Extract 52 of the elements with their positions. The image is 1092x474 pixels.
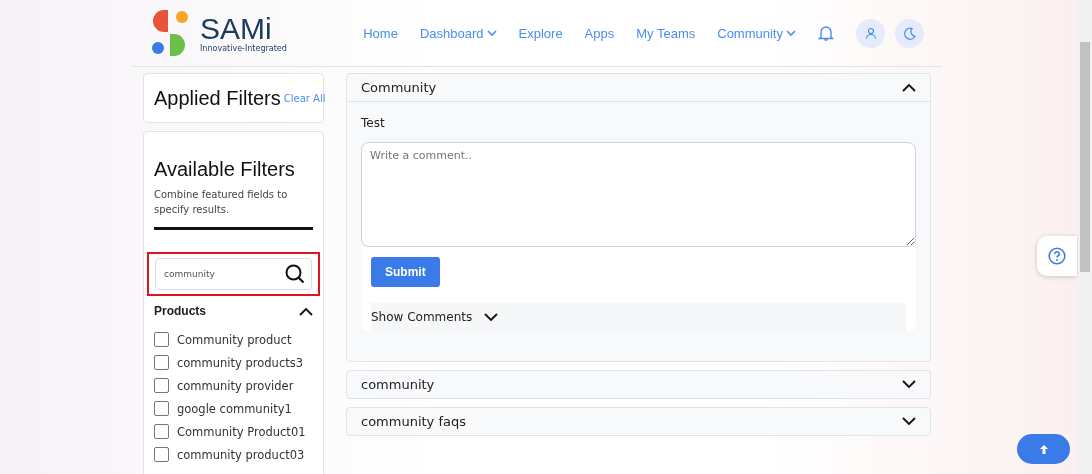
nav-link[interactable]: My Teams — [636, 25, 696, 41]
bell-icon[interactable] — [818, 24, 834, 42]
post-text: Test — [361, 116, 386, 130]
chevron-up-icon[interactable] — [299, 306, 313, 316]
clear-all-link[interactable]: Clear All — [283, 92, 326, 104]
search-field[interactable]: community — [155, 258, 312, 290]
moon-icon — [903, 26, 916, 40]
nav-link[interactable]: Community — [717, 25, 796, 41]
checkbox-label: Community Product01 — [177, 424, 306, 439]
checkbox[interactable] — [154, 332, 169, 347]
search-icon[interactable] — [285, 264, 305, 284]
scrollbar[interactable] — [1078, 0, 1092, 474]
checkbox[interactable] — [154, 447, 169, 462]
nav-link[interactable]: Dashboard — [419, 25, 497, 41]
products-heading: Products — [154, 304, 206, 318]
show-comments-bar[interactable]: Show Comments — [371, 303, 906, 331]
chevron-down-icon — [484, 312, 499, 322]
filters-description: Combine featured fields to specify results. — [154, 188, 289, 217]
chevron-down-icon — [786, 29, 796, 37]
accordion-title[interactable]: Community — [361, 80, 437, 95]
question-icon — [1048, 247, 1066, 265]
checkbox-label: community products3 — [177, 355, 304, 370]
checkbox[interactable] — [154, 424, 169, 439]
profile-button[interactable] — [856, 18, 885, 48]
nav-link[interactable]: Home — [363, 25, 398, 41]
checkbox[interactable] — [154, 401, 169, 416]
chevron-up-icon[interactable] — [902, 83, 916, 92]
checkbox-label: community provider — [177, 378, 294, 393]
chevron-down-icon[interactable] — [902, 417, 916, 426]
logo-name: SAMi — [200, 13, 272, 44]
theme-button[interactable] — [895, 18, 924, 48]
checkbox-label: community product03 — [177, 447, 305, 462]
nav-link[interactable]: Explore — [518, 25, 563, 41]
help-tab[interactable] — [1037, 236, 1077, 276]
checkbox-label: google community1 — [177, 401, 292, 416]
show-comments-label: Show Comments — [371, 310, 473, 324]
checkbox-label: Community product — [177, 332, 292, 347]
chevron-down-icon[interactable] — [902, 380, 916, 389]
accordion-title[interactable]: community — [361, 377, 435, 392]
logo-tagline: Innovative-Integrated — [200, 43, 287, 53]
scroll-top-button[interactable] — [1017, 434, 1070, 464]
nav-link[interactable]: Apps — [584, 25, 615, 41]
available-filters-title: Available Filters — [154, 158, 296, 181]
checkbox[interactable] — [154, 378, 169, 393]
checkbox[interactable] — [154, 355, 169, 370]
applied-filters-title: Applied Filters — [154, 86, 281, 110]
submit-button[interactable]: Submit — [371, 257, 440, 287]
comment-field[interactable]: Write a comment.. — [361, 142, 916, 247]
accordion-title[interactable]: community faqs — [361, 414, 466, 429]
person-icon — [864, 27, 877, 39]
chevron-down-icon — [486, 29, 497, 37]
arrow-up-icon — [1038, 443, 1049, 455]
